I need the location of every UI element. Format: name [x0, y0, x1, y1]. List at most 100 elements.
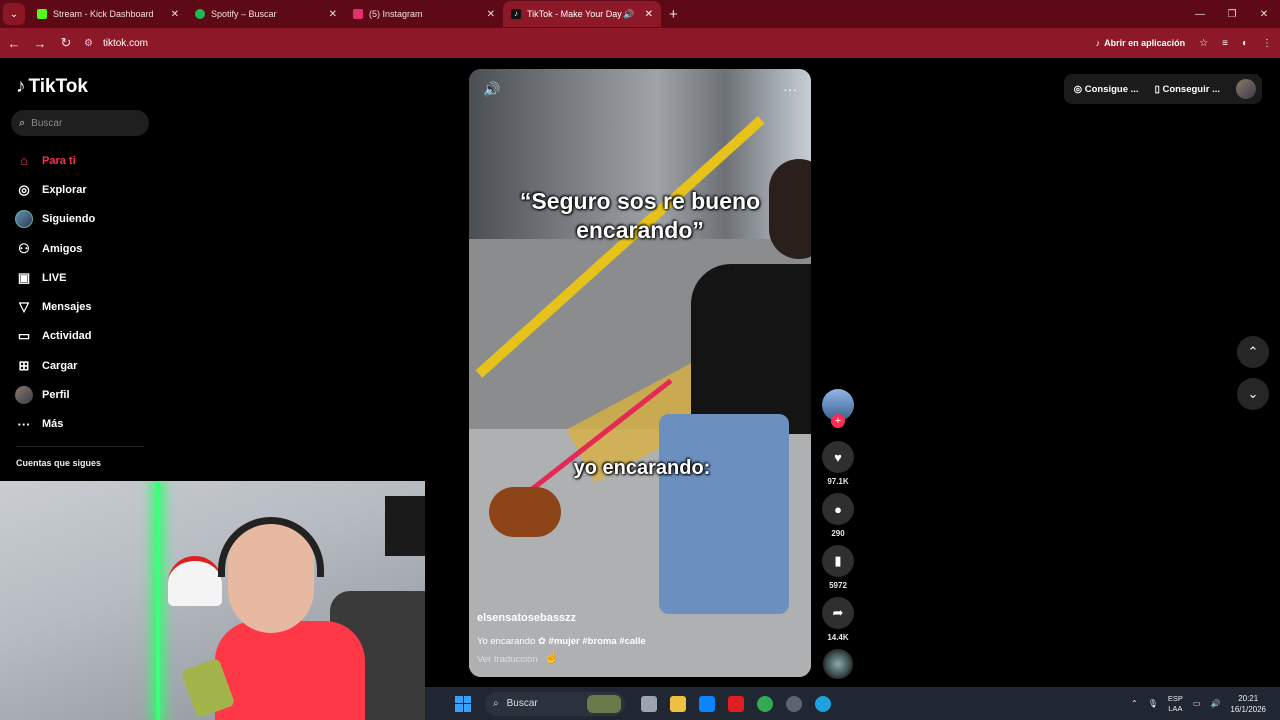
sidebar-item-cargar[interactable]: ⊞ Cargar [15, 351, 95, 380]
browser-tab-spotify[interactable]: Spotify – Buscar ✕ [187, 1, 345, 27]
volume-icon[interactable]: 🔊 [483, 81, 500, 98]
search-input[interactable]: ⌕ Buscar [11, 110, 149, 136]
search-icon: ⌕ [19, 116, 26, 129]
sidebar-item-siguiendo[interactable]: Siguiendo [15, 205, 95, 234]
windows-start-icon[interactable] [455, 695, 471, 712]
sidebar-item-live[interactable]: ▣ LIVE [15, 263, 95, 292]
url-text: tiktok.com [102, 37, 148, 49]
video-username[interactable]: elsensatosebasszz [477, 612, 576, 624]
webcam-person-shirt [215, 621, 365, 720]
sidebar-item-label: Explorar [42, 183, 87, 196]
sidebar-item-explorar[interactable]: ◎ Explorar [15, 175, 95, 204]
edge-icon[interactable] [815, 695, 831, 712]
tab-audio-icon[interactable]: 🔊 [623, 9, 634, 20]
get-app-button[interactable]: ▯ Conseguir ... [1155, 84, 1220, 95]
sidebar-item-para-ti[interactable]: ⌂ Para ti [15, 146, 95, 175]
follow-plus-icon[interactable]: + [831, 414, 845, 428]
save-count: 5972 [829, 581, 847, 590]
video-hashtags[interactable]: #mujer #broma #calle [549, 636, 646, 647]
more-dots-icon: ··· [17, 416, 31, 432]
close-tab-icon[interactable]: ✕ [645, 9, 653, 20]
close-window-icon[interactable]: ✕ [1248, 9, 1280, 20]
bookmark-star-icon[interactable]: ☆ [1199, 38, 1208, 49]
microphone-icon[interactable]: 🎙 [1148, 699, 1158, 708]
bookmark-icon: ▮ [834, 553, 842, 568]
close-tab-icon[interactable]: ✕ [329, 9, 337, 20]
logo-text: TikTok [28, 76, 88, 97]
save-button[interactable]: ▮ [822, 545, 854, 577]
taskbar-apps [641, 695, 831, 712]
language-indicator[interactable]: ESP LAA [1168, 694, 1183, 714]
comment-button[interactable]: ● [822, 493, 854, 525]
sidebar-item-mensajes[interactable]: ▽ Mensajes [15, 292, 95, 321]
sidebar-item-amigos[interactable]: ⚇ Amigos [15, 234, 95, 263]
video-player[interactable]: “Seguro sos re bueno encarando” yo encar… [469, 69, 811, 677]
webcam-hat [168, 556, 222, 606]
user-avatar[interactable] [1236, 79, 1256, 99]
video-scene-person-body [691, 264, 811, 434]
browser-tab-tiktok[interactable]: ♪ TikTok - Make Your Day 🔊 ✕ [503, 1, 661, 27]
reload-icon[interactable]: ↻ [54, 35, 78, 51]
music-disc-icon[interactable] [823, 649, 853, 679]
search-icon: ⌕ [493, 698, 499, 709]
taskbar-clock[interactable]: 20:21 16/1/2026 [1230, 693, 1266, 715]
close-tab-icon[interactable]: ✕ [487, 9, 495, 20]
live-icon: ▣ [17, 269, 31, 285]
back-icon[interactable]: ← [2, 36, 26, 51]
volume-icon[interactable]: 🔊 [1210, 699, 1220, 708]
sidebar-item-label: Actividad [42, 330, 92, 343]
restore-icon[interactable]: ❐ [1216, 9, 1248, 20]
see-translation-link[interactable]: Ver traducción [477, 654, 538, 665]
sidebar-item-actividad[interactable]: ▭ Actividad [15, 322, 95, 351]
tab-search-menu-button[interactable]: ⌄ [3, 3, 25, 25]
share-arrow-icon: ➦ [832, 605, 844, 620]
get-coins-button[interactable]: ◎ Consigue ... [1074, 84, 1139, 95]
tiktok-logo[interactable]: ♪ TikTok [16, 76, 88, 98]
new-tab-button[interactable]: + [669, 6, 678, 23]
tab-label: TikTok - Make Your Day [527, 9, 622, 19]
video-scene-person-legs [659, 414, 789, 614]
store-icon[interactable] [699, 695, 715, 712]
sidebar-item-label: Mensajes [42, 301, 92, 314]
youtube-icon[interactable] [728, 695, 744, 712]
browser-menu-icon[interactable]: ⋮ [1262, 38, 1272, 49]
video-caption-top: “Seguro sos re bueno encarando” [519, 188, 761, 243]
media-control-icon[interactable]: ≡ [1222, 38, 1228, 49]
address-bar: ← → ↻ ⚙ tiktok.com ♪ Abrir en aplicación … [0, 28, 1280, 58]
creator-avatar[interactable]: + [822, 389, 854, 428]
previous-video-button[interactable]: ⌃ [1237, 336, 1269, 368]
language-code: ESP [1167, 693, 1183, 703]
sidebar-item-label: Para ti [42, 154, 76, 167]
webcam-headset [218, 517, 324, 577]
browser-tab-instagram[interactable]: (5) Instagram ✕ [345, 1, 503, 27]
share-button[interactable]: ➦ [822, 597, 854, 629]
network-icon[interactable]: ▭ [1193, 699, 1201, 708]
profile-icon[interactable]: ◐ [1242, 38, 1248, 49]
comment-count: 290 [831, 529, 845, 538]
sidebar-item-perfil[interactable]: Perfil [15, 380, 95, 409]
sidebar-item-mas[interactable]: ··· Más [15, 410, 95, 439]
tiktok-sidebar: ♪ TikTok ⌕ Buscar ⌂ Para ti ◎ Explorar Sigu… [0, 58, 160, 482]
forward-icon[interactable]: → [28, 36, 52, 51]
close-tab-icon[interactable]: ✕ [171, 9, 179, 20]
open-in-app-button[interactable]: ♪ Abrir en aplicación [1096, 38, 1186, 48]
sidebar-item-label: Perfil [42, 389, 70, 402]
search-highlight-icon [587, 694, 621, 713]
site-info-icon[interactable]: ⚙ [84, 38, 93, 49]
mouse-cursor-icon: ☝ [544, 650, 559, 664]
file-explorer-icon[interactable] [670, 695, 686, 712]
task-view-icon[interactable] [641, 695, 657, 712]
url-field[interactable]: ⚙ tiktok.com [84, 38, 148, 49]
video-actions: + ♥ 97.1K ● 290 ▮ 5972 ➦ 14.4K [822, 389, 854, 679]
instagram-favicon-icon [353, 9, 363, 19]
chrome-icon[interactable] [757, 695, 773, 712]
tray-chevron-icon[interactable]: ⌃ [1131, 699, 1138, 708]
more-options-icon[interactable]: ··· [783, 81, 797, 97]
tab-label: Spotify – Buscar [211, 9, 277, 19]
minimize-icon[interactable]: — [1184, 9, 1216, 20]
next-video-button[interactable]: ⌄ [1237, 378, 1269, 410]
browser-tab-kick[interactable]: Stream - Kick Dashboard ✕ [29, 1, 187, 27]
taskbar-search-input[interactable]: ⌕ Buscar [485, 691, 625, 716]
app-icon[interactable] [786, 695, 802, 712]
like-button[interactable]: ♥ [822, 441, 854, 473]
